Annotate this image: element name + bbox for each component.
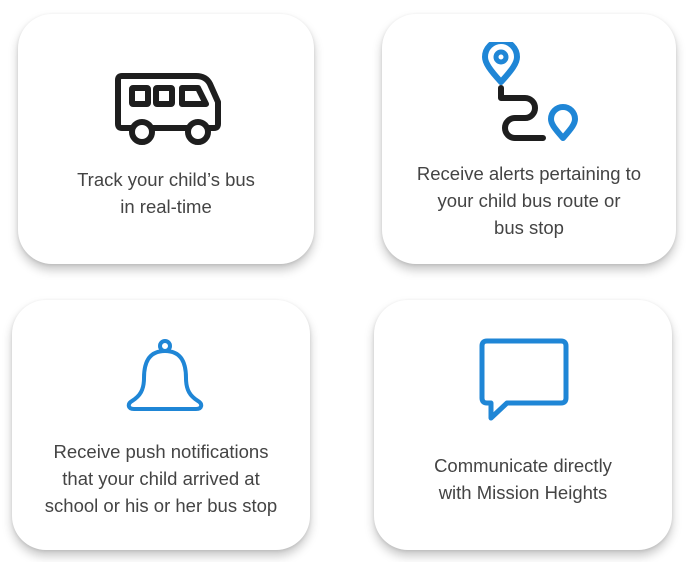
feature-card-communicate: Communicate directly with Mission Height… — [374, 300, 672, 550]
feature-text: Receive push notifications that your chi… — [44, 441, 278, 516]
feature-card-route-alerts: Receive alerts pertaining to your child … — [382, 14, 676, 264]
chat-icon — [479, 338, 569, 421]
route-icon — [482, 42, 578, 141]
feature-card-push-notifications: Receive push notifications that your chi… — [12, 300, 310, 550]
bell-icon — [126, 339, 204, 411]
feature-text: Communicate directly with Mission Height… — [434, 455, 612, 503]
bus-icon — [115, 73, 221, 145]
feature-text: Receive alerts pertaining to your child … — [416, 163, 642, 238]
feature-card-bus-tracking: Track your child’s bus in real-time — [18, 14, 314, 264]
feature-text: Track your child’s bus in real-time — [77, 169, 255, 217]
